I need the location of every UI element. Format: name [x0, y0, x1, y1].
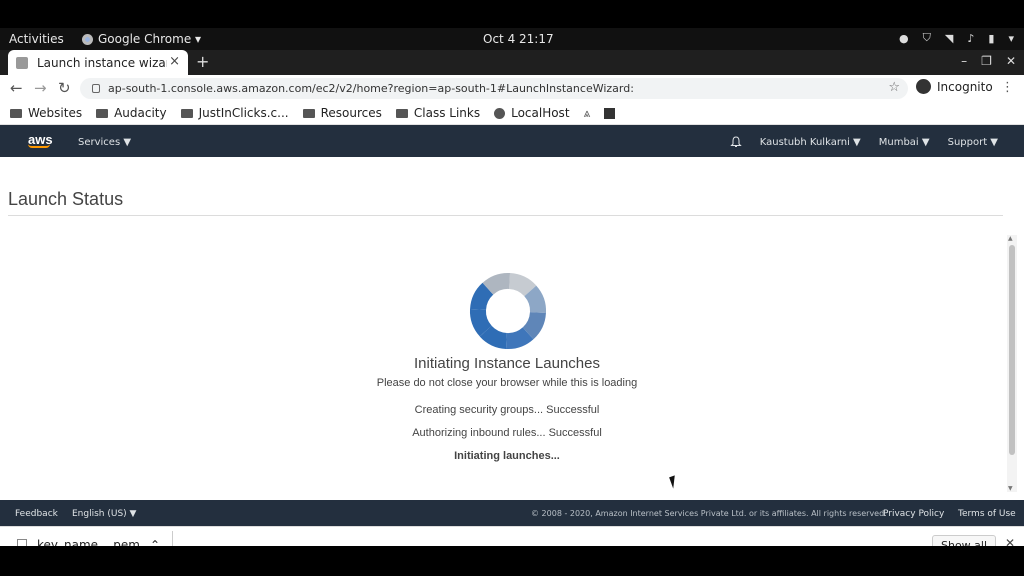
system-top-bar: Activities Google Chrome ▾ Oct 4 21:17 ●…: [0, 28, 1024, 50]
incognito-label: Incognito: [937, 79, 993, 94]
aws-nav-right: Kaustubh Kulkarni ▼ Mumbai ▼ Support ▼: [730, 136, 998, 148]
bookmark-justinclicks[interactable]: JustInClicks.c...: [180, 106, 289, 120]
feedback-link[interactable]: Feedback: [15, 509, 58, 519]
close-window-icon[interactable]: ✕: [1006, 54, 1016, 68]
bookmark-label: Websites: [28, 106, 83, 120]
more-menu-icon[interactable]: ⋮: [1001, 80, 1014, 95]
page-scrollbar[interactable]: ▲ ▼: [1007, 235, 1017, 492]
bookmark-class-links[interactable]: Class Links: [395, 106, 481, 120]
download-filename: key_name....pem: [37, 538, 140, 546]
title-divider: [8, 215, 1003, 216]
letterbox-bottom: [0, 546, 1024, 576]
bookmark-label: Audacity: [114, 106, 167, 120]
address-bar[interactable]: ap-south-1.console.aws.amazon.com/ec2/v2…: [80, 78, 908, 99]
screen: Activities Google Chrome ▾ Oct 4 21:17 ●…: [0, 0, 1024, 576]
bookmark-label: Resources: [320, 106, 382, 120]
activities-button[interactable]: Activities: [9, 32, 64, 46]
system-tray[interactable]: ● ⛉ ◥ ♪ ▮ ▾: [899, 31, 1014, 45]
bell-icon[interactable]: [730, 136, 742, 148]
clock[interactable]: Oct 4 21:17: [483, 32, 554, 46]
forward-icon[interactable]: →: [34, 79, 47, 97]
incognito-indicator[interactable]: Incognito: [916, 79, 993, 94]
bookmark-localhost[interactable]: LocalHost: [494, 106, 570, 120]
folder-icon: [302, 108, 315, 118]
folder-icon: [395, 108, 408, 118]
chevron-down-icon: ▾: [1008, 31, 1014, 45]
folder-icon: [96, 108, 109, 118]
status-subheading: Please do not close your browser while t…: [376, 377, 638, 389]
scroll-up-icon[interactable]: ▲: [1008, 235, 1013, 242]
step-inbound-rules: Authorizing inbound rules... Successful: [412, 427, 602, 439]
bookmark-triangle-icon: ⩓: [583, 105, 591, 120]
privacy-policy-link[interactable]: Privacy Policy: [883, 509, 944, 519]
window-controls: – ❐ ✕: [961, 54, 1016, 68]
star-icon[interactable]: ☆: [888, 80, 900, 95]
chrome-icon: [82, 33, 93, 45]
close-icon[interactable]: ×: [169, 54, 180, 69]
tab-title: Launch instance wizard | E: [37, 55, 167, 70]
minimize-icon[interactable]: –: [961, 54, 967, 68]
browser-toolbar: ← → ↻ ap-south-1.console.aws.amazon.com/…: [0, 75, 1024, 102]
copyright-text: © 2008 - 2020, Amazon Internet Services …: [531, 509, 887, 518]
aws-logo[interactable]: aws: [28, 132, 53, 148]
chevron-up-icon[interactable]: ⌃: [150, 538, 160, 546]
page-title: Launch Status: [8, 189, 124, 209]
wifi-icon: ◥: [944, 31, 954, 45]
app-name: Google Chrome ▾: [98, 32, 202, 46]
download-separator: [172, 531, 173, 546]
bookmarks-bar: Websites Audacity JustInClicks.c... Reso…: [0, 102, 1024, 125]
bookmark-extra-2[interactable]: [604, 107, 616, 119]
tab-launch-wizard[interactable]: Launch instance wizard | E ×: [8, 50, 188, 75]
downloads-shelf: key_name....pem ⌃ Show all ✕: [0, 526, 1024, 546]
scroll-down-icon[interactable]: ▼: [1008, 485, 1013, 492]
aws-console-footer: Feedback English (US) ▼ © 2008 - 2020, A…: [0, 500, 1024, 526]
battery-icon: ▮: [988, 31, 995, 45]
loading-spinner-icon: [470, 273, 546, 349]
language-selector[interactable]: English (US) ▼: [72, 509, 136, 519]
download-item[interactable]: key_name....pem ⌃: [17, 538, 160, 546]
aws-console-nav: aws Services ▼ Kaustubh Kulkarni ▼ Mumba…: [0, 125, 1024, 157]
tab-strip: Launch instance wizard | E × + – ❐ ✕: [0, 50, 1024, 75]
bookmark-resources[interactable]: Resources: [302, 106, 382, 120]
url-text: ap-south-1.console.aws.amazon.com/ec2/v2…: [108, 82, 634, 95]
aws-logo-text: aws: [28, 132, 53, 147]
maximize-icon[interactable]: ❐: [981, 54, 992, 68]
bookmark-grid-icon: [604, 107, 616, 119]
bookmark-audacity[interactable]: Audacity: [96, 106, 167, 120]
terms-of-use-link[interactable]: Terms of Use: [958, 509, 1016, 519]
scrollbar-thumb[interactable]: [1009, 245, 1015, 455]
folder-icon: [10, 108, 22, 118]
new-tab-button[interactable]: +: [196, 52, 209, 71]
close-icon[interactable]: ✕: [1005, 536, 1015, 546]
step-security-groups: Creating security groups... Successful: [414, 404, 600, 416]
bookmark-label: LocalHost: [511, 106, 570, 120]
bookmark-label: Class Links: [413, 106, 481, 120]
bookmark-websites[interactable]: Websites: [10, 106, 82, 120]
show-all-button[interactable]: Show all: [932, 535, 997, 546]
region-menu[interactable]: Mumbai ▼: [879, 137, 930, 148]
letterbox-top: [0, 0, 1024, 28]
shield-icon: ⛉: [922, 31, 931, 44]
cube-icon: [16, 56, 28, 69]
back-icon[interactable]: ←: [10, 79, 23, 97]
support-menu[interactable]: Support ▼: [948, 137, 998, 148]
app-menu[interactable]: Google Chrome ▾: [82, 32, 201, 46]
lock-icon: [92, 84, 100, 93]
account-menu[interactable]: Kaustubh Kulkarni ▼: [760, 137, 861, 148]
bookmark-label: JustInClicks.c...: [198, 106, 289, 120]
bookmark-extra-1[interactable]: ⩓: [584, 106, 591, 121]
incognito-icon: [916, 79, 931, 94]
launch-status-panel: Launch Status Initiating Instance Launch…: [0, 157, 1024, 500]
globe-icon: [494, 107, 506, 119]
volume-icon: ♪: [967, 31, 975, 45]
reload-icon[interactable]: ↻: [58, 79, 71, 97]
folder-icon: [180, 108, 193, 118]
file-icon: [17, 539, 27, 546]
step-initiating-launches: Initiating launches...: [454, 450, 560, 462]
dropbox-icon: ●: [899, 31, 909, 45]
services-menu[interactable]: Services ▼: [78, 137, 131, 148]
status-heading: Initiating Instance Launches: [414, 355, 600, 372]
